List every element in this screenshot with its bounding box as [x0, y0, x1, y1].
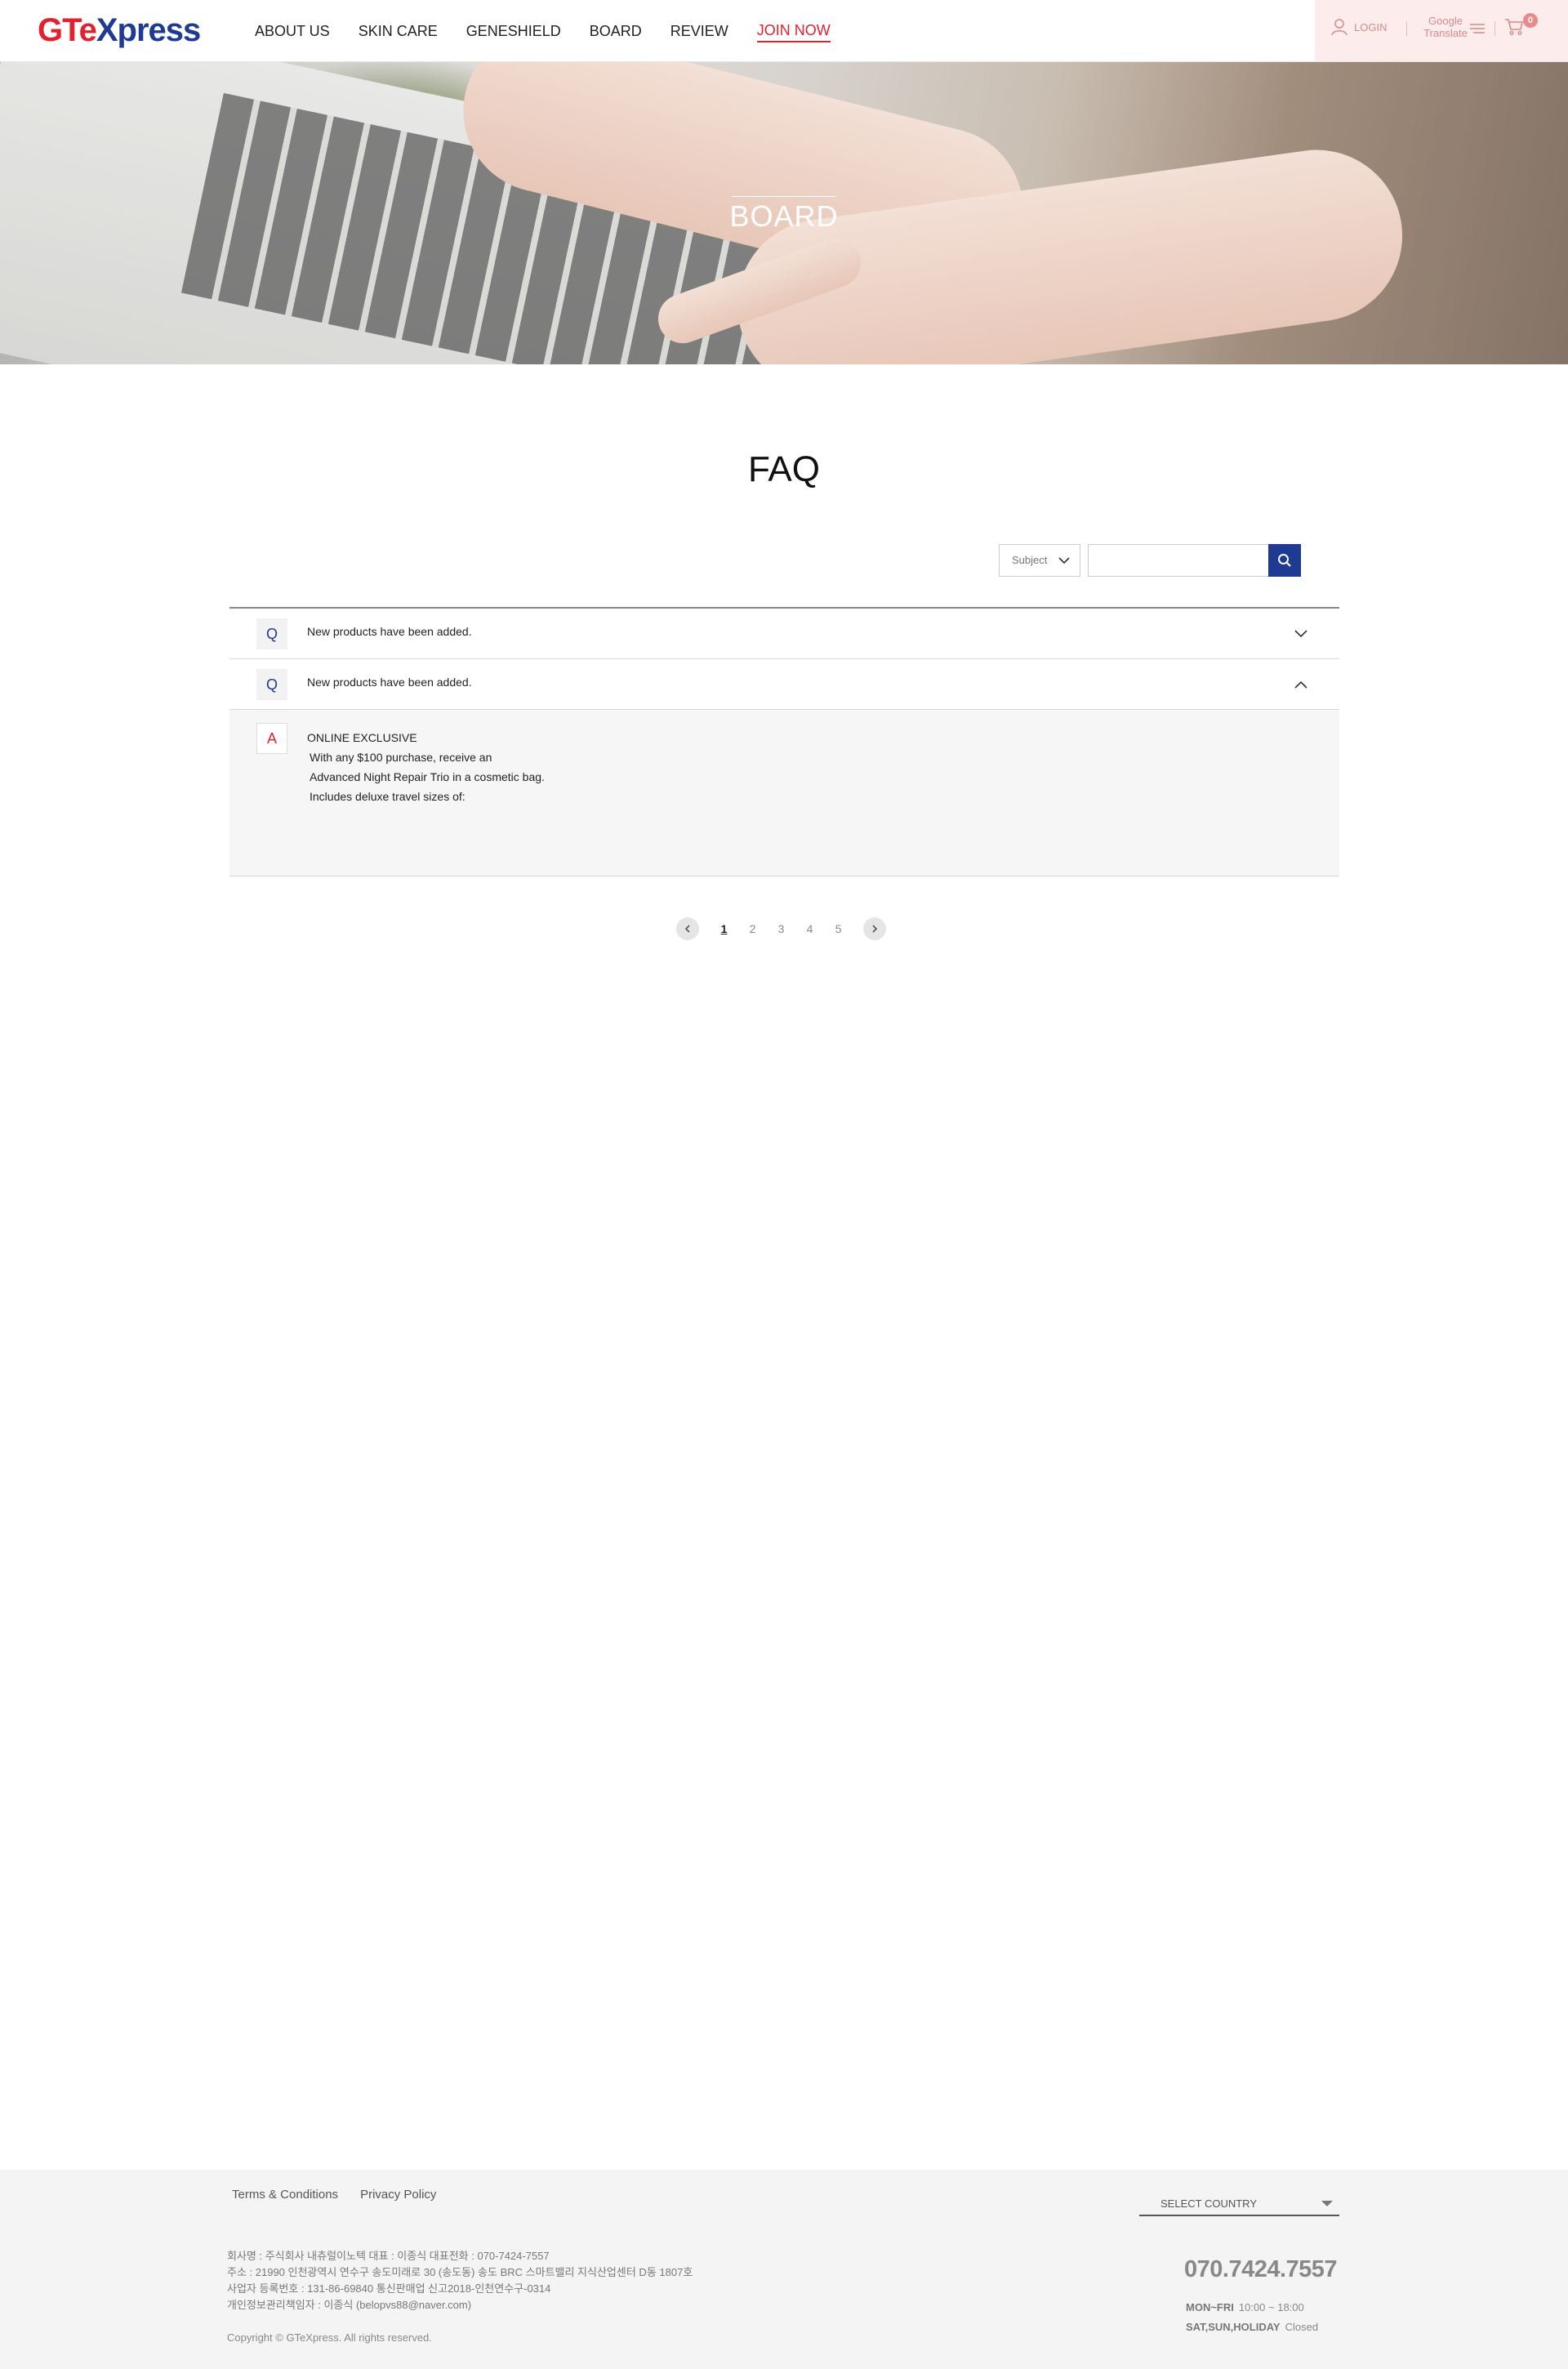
answer-text: ONLINE EXCLUSIVE With any $100 purchase,…	[307, 728, 545, 806]
nav-board[interactable]: BOARD	[590, 21, 642, 41]
login-label: LOGIN	[1354, 20, 1388, 33]
page-title: FAQ	[747, 449, 821, 489]
company-info: 회사명 : 주식회사 내츄럴이노텍 대표 : 이종식 대표전화 : 070-74…	[227, 2248, 693, 2313]
chevron-up-icon[interactable]	[1294, 677, 1308, 692]
privacy-link[interactable]: Privacy Policy	[360, 2188, 436, 2202]
chevron-down-icon	[1058, 557, 1070, 564]
company-info-line: 회사명 : 주식회사 내츄럴이노텍 대표 : 이종식 대표전화 : 070-74…	[227, 2250, 550, 2262]
translate-line1: Google	[1428, 15, 1463, 27]
nav-review[interactable]: REVIEW	[670, 21, 728, 41]
search-button[interactable]	[1268, 544, 1301, 577]
menu-icon[interactable]	[1468, 23, 1486, 38]
search-field-select[interactable]: Subject	[999, 544, 1080, 577]
site-header: GTeXpress ABOUT US SKIN CARE GENESHIELD …	[0, 0, 1568, 62]
login-button[interactable]: LOGIN	[1331, 18, 1387, 36]
country-select[interactable]: SELECT COUNTRY	[1139, 2194, 1339, 2216]
answer-line: Includes deluxe travel sizes of:	[310, 790, 466, 803]
hours-label: SAT,SUN,HOLIDAY	[1186, 2321, 1281, 2333]
search-icon	[1278, 554, 1291, 567]
copyright: Copyright © GTeXpress. All rights reserv…	[227, 2331, 432, 2344]
hero-title: BOARD	[729, 199, 839, 233]
logo-text-red: GTe	[38, 12, 97, 48]
nav-skin-care[interactable]: SKIN CARE	[359, 21, 438, 41]
hours-label: MON~FRI	[1186, 2301, 1234, 2313]
answer-line: With any $100 purchase, receive an	[310, 751, 492, 764]
nav-about-us[interactable]: ABOUT US	[255, 21, 330, 41]
google-translate-button[interactable]: Google Translate	[1419, 15, 1472, 39]
faq-item[interactable]: Q New products have been added.	[229, 659, 1339, 710]
answer-line: Advanced Night Repair Trio in a cosmetic…	[310, 770, 545, 783]
translate-line2: Translate	[1423, 27, 1468, 39]
business-hours: MON~FRI 10:00 ~ 18:00 SAT,SUN,HOLIDAY Clos…	[1186, 2298, 1318, 2337]
divider	[1494, 21, 1495, 36]
faq-answer: A ONLINE EXCLUSIVE With any $100 purchas…	[229, 710, 1339, 877]
answer-line: ONLINE EXCLUSIVE	[307, 731, 417, 744]
faq-list: Q New products have been added. Q New pr…	[229, 607, 1339, 877]
terms-link[interactable]: Terms & Conditions	[232, 2188, 338, 2202]
footer-links: Terms & Conditions Privacy Policy	[232, 2188, 458, 2202]
faq-item[interactable]: Q New products have been added.	[229, 609, 1339, 659]
chevron-down-icon[interactable]	[1294, 627, 1308, 641]
question-badge: Q	[256, 618, 287, 649]
hero-title-rule	[732, 196, 836, 197]
prev-page-button[interactable]	[676, 917, 699, 940]
utility-bar: LOGIN Google Translate 0	[1315, 0, 1568, 61]
page-number[interactable]: 4	[795, 922, 824, 935]
company-info-line: 개인정보관리책임자 : 이종식 (belopvs88@naver.com)	[227, 2299, 472, 2311]
cart-icon[interactable]	[1504, 18, 1524, 40]
chevron-right-icon	[872, 925, 878, 933]
hours-value: 10:00 ~ 18:00	[1238, 2301, 1304, 2313]
page-number[interactable]: 2	[738, 922, 767, 935]
contact-phone: 070.7424.7557	[1184, 2256, 1338, 2282]
question-text: New products have been added.	[307, 676, 472, 689]
company-info-line: 사업자 등록번호 : 131-86-69840 통신판매업 신고2018-인천연…	[227, 2282, 551, 2295]
page-number[interactable]: 3	[767, 922, 795, 935]
question-text: New products have been added.	[307, 625, 472, 638]
question-badge: Q	[256, 669, 287, 700]
site-footer: Terms & Conditions Privacy Policy SELECT…	[0, 2170, 1568, 2369]
next-page-button[interactable]	[863, 917, 886, 940]
nav-geneshield[interactable]: GENESHIELD	[466, 21, 561, 41]
search-input[interactable]	[1088, 544, 1269, 577]
hours-value: Closed	[1285, 2321, 1319, 2333]
company-info-line: 주소 : 21990 인천광역시 연수구 송도미래로 30 (송도동) 송도 B…	[227, 2266, 693, 2278]
chevron-left-icon	[684, 925, 690, 933]
page-number[interactable]: 5	[824, 922, 853, 935]
page-number[interactable]: 1	[710, 922, 738, 935]
caret-down-icon	[1321, 2201, 1333, 2206]
cart-count-badge: 0	[1523, 13, 1538, 28]
main-nav: ABOUT US SKIN CARE GENESHIELD BOARD REVI…	[255, 0, 859, 62]
search-select-value: Subject	[1012, 554, 1048, 566]
user-icon	[1331, 19, 1348, 36]
nav-join-now[interactable]: JOIN NOW	[756, 20, 831, 42]
logo-text-blue: Xpress	[96, 12, 201, 48]
faq-search: Subject	[999, 544, 1301, 577]
answer-badge: A	[256, 723, 287, 754]
pagination: 1 2 3 4 5	[676, 917, 886, 940]
divider	[1406, 21, 1407, 36]
site-logo[interactable]: GTeXpress	[38, 11, 201, 49]
country-select-value: SELECT COUNTRY	[1160, 2197, 1257, 2210]
hero-banner: BOARD	[0, 62, 1568, 364]
